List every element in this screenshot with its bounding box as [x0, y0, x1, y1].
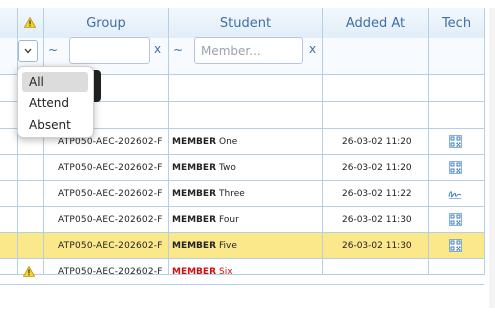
table-row[interactable]: ATP050-AEC-202602-F MEMBER Two 26-03-02 11:… [0, 155, 484, 181]
member-label: MEMBER [172, 214, 216, 225]
member-name: Four [219, 214, 239, 225]
student-cell[interactable]: MEMBER Six [172, 259, 233, 284]
attendance-filter-dropdown: All Attend Absent [17, 66, 94, 138]
member-name: One [219, 136, 238, 147]
header-group[interactable]: Group [44, 8, 168, 38]
warning-icon [21, 259, 37, 284]
table-row[interactable]: ATP050-AEC-202602-F MEMBER Three 26-03-02 1… [0, 181, 484, 207]
table-row[interactable]: ATP050-AEC-202602-F MEMBER Six [0, 259, 484, 285]
dropdown-option-attend[interactable]: Attend [22, 93, 88, 113]
member-label: MEMBER [172, 240, 216, 251]
student-cell[interactable]: MEMBER Three [172, 181, 245, 206]
added-at-cell: 26-03-02 11:20 [342, 136, 412, 147]
qr-icon[interactable] [448, 129, 462, 154]
column-divider [322, 8, 323, 274]
column-divider [43, 8, 44, 274]
header-added-at[interactable]: Added At [323, 8, 428, 38]
group-filter-operator[interactable]: ~ [48, 43, 58, 57]
added-at-cell: 26-03-02 11:30 [342, 240, 412, 251]
table-row[interactable]: ATP050-AEC-202602-F MEMBER Four 26-03-02 11… [0, 207, 484, 233]
student-cell[interactable]: MEMBER Five [172, 233, 237, 258]
dropdown-option-all[interactable]: All [22, 72, 88, 92]
group-cell: ATP050-AEC-202602-F [58, 240, 163, 251]
member-name: Two [219, 162, 236, 173]
column-divider [428, 8, 429, 274]
member-name: Six [219, 266, 233, 277]
member-label: MEMBER [172, 188, 216, 199]
group-cell: ATP050-AEC-202602-F [58, 266, 163, 277]
member-label: MEMBER [172, 162, 216, 173]
member-label: MEMBER [172, 266, 216, 277]
column-divider [168, 8, 169, 274]
added-at-cell: 26-03-02 11:20 [342, 162, 412, 173]
member-filter-operator[interactable]: ~ [173, 43, 183, 57]
table-row[interactable]: ATP050-AEC-202602-F MEMBER Five 26-03-02 11… [0, 233, 484, 259]
attendance-filter-select[interactable] [18, 40, 38, 62]
group-cell: ATP050-AEC-202602-F [58, 188, 163, 199]
member-filter-input[interactable] [194, 37, 303, 64]
group-cell: ATP050-AEC-202602-F [58, 214, 163, 225]
qr-icon[interactable] [448, 233, 462, 258]
vertical-scrollbar[interactable] [489, 8, 495, 308]
grid-header: Group Student Added At Tech [0, 8, 484, 39]
member-filter-clear-button[interactable]: x [309, 42, 316, 56]
header-warning-column[interactable] [18, 8, 41, 38]
group-cell: ATP050-AEC-202602-F [58, 162, 163, 173]
signature-icon[interactable] [448, 181, 462, 206]
group-filter-input[interactable] [69, 37, 150, 64]
group-filter-clear-button[interactable]: x [154, 42, 161, 56]
header-tech[interactable]: Tech [429, 8, 484, 38]
student-cell[interactable]: MEMBER Four [172, 207, 239, 232]
header-student[interactable]: Student [169, 8, 322, 38]
student-cell[interactable]: MEMBER Two [172, 155, 236, 180]
qr-icon[interactable] [448, 155, 462, 180]
dropdown-option-absent[interactable]: Absent [22, 115, 88, 135]
member-name: Five [219, 240, 237, 251]
chevron-down-icon [24, 48, 32, 54]
member-name: Three [219, 188, 245, 199]
added-at-cell: 26-03-02 11:30 [342, 214, 412, 225]
member-label: MEMBER [172, 136, 216, 147]
warning-icon [23, 16, 36, 28]
qr-icon[interactable] [448, 207, 462, 232]
added-at-cell: 26-03-02 11:22 [342, 188, 412, 199]
student-cell[interactable]: MEMBER One [172, 129, 237, 154]
